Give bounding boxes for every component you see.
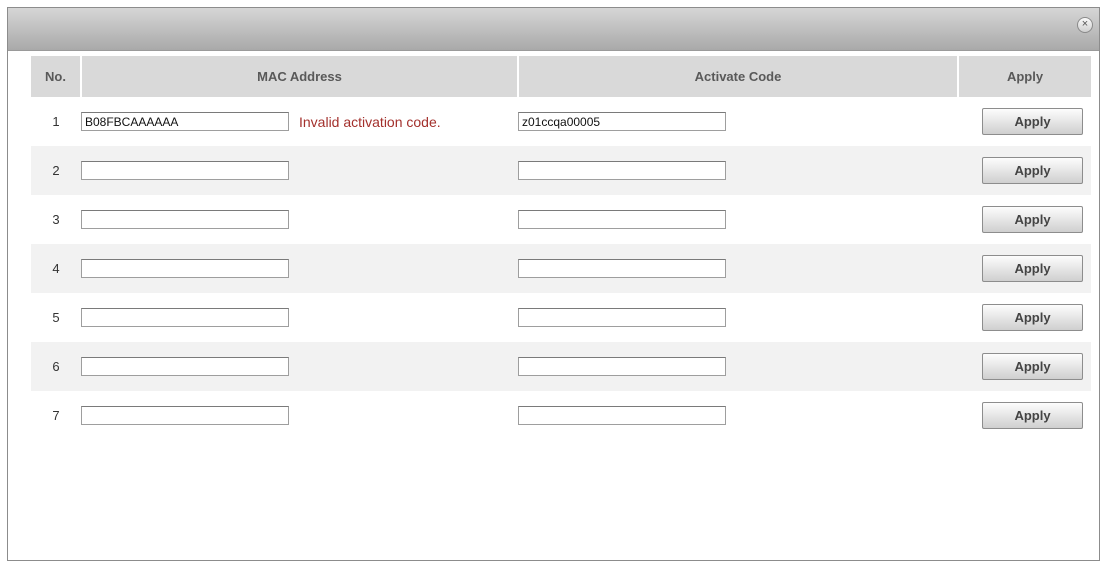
mac-cell [81,146,518,195]
mac-address-input[interactable] [81,210,289,229]
apply-button[interactable]: Apply [982,402,1083,429]
table-row: 6 Apply [31,342,1091,391]
code-cell [518,293,958,342]
header-activate-code: Activate Code [518,56,959,97]
close-icon[interactable]: × [1077,17,1093,33]
apply-button[interactable]: Apply [982,108,1083,135]
row-number: 6 [31,342,81,391]
activate-code-input[interactable] [518,112,726,131]
mac-cell [81,391,518,440]
activate-code-input[interactable] [518,259,726,278]
apply-button[interactable]: Apply [982,255,1083,282]
row-number: 5 [52,310,60,325]
apply-button[interactable]: Apply [982,206,1083,233]
row-number: 1 [52,114,60,129]
header-mac-address: MAC Address [81,56,519,97]
apply-button[interactable]: Apply [982,353,1083,380]
apply-button[interactable]: Apply [982,157,1083,184]
code-cell [518,146,958,195]
apply-cell: Apply [958,244,1091,293]
table-row: 7 Apply [31,391,1091,440]
apply-cell: Apply [958,391,1091,440]
activate-code-input[interactable] [518,161,726,180]
mac-cell [81,342,518,391]
mac-address-input[interactable] [81,406,289,425]
table-row: 4 Apply [31,244,1091,293]
table-header-row: No. MAC Address Activate Code Apply [31,56,1091,97]
apply-cell: Apply [958,97,1091,146]
activate-code-input[interactable] [518,357,726,376]
activate-code-input[interactable] [518,308,726,327]
mac-address-input[interactable] [81,259,289,278]
apply-button[interactable]: Apply [982,304,1083,331]
table-row: 1 Invalid activation code. Apply [31,97,1091,146]
mac-address-input[interactable] [81,161,289,180]
row-number: 3 [52,212,60,227]
error-message: Invalid activation code. [299,113,441,130]
code-cell [518,391,958,440]
code-cell [518,342,958,391]
activation-dialog: × No. MAC Address Activate Code Apply 1 [7,7,1100,561]
row-number: 7 [52,408,60,423]
dialog-titlebar: × [8,8,1099,51]
activate-code-input[interactable] [518,406,726,425]
apply-cell: Apply [958,195,1091,244]
row-number: 2 [31,146,81,195]
mac-address-input[interactable] [81,112,289,131]
mac-cell [81,195,518,244]
mac-address-input[interactable] [81,357,289,376]
apply-cell: Apply [958,293,1091,342]
apply-cell: Apply [958,146,1091,195]
activate-code-input[interactable] [518,210,726,229]
activation-table: No. MAC Address Activate Code Apply 1 In… [31,56,1091,440]
mac-cell: Invalid activation code. [81,97,518,146]
table-row: 2 Apply [31,146,1091,195]
table-row: 3 Apply [31,195,1091,244]
code-cell [518,195,958,244]
code-cell [518,97,958,146]
mac-cell [81,244,518,293]
table-row: 5 Apply [31,293,1091,342]
header-no: No. [31,56,82,97]
mac-address-input[interactable] [81,308,289,327]
mac-cell [81,293,518,342]
code-cell [518,244,958,293]
row-number: 4 [31,244,81,293]
header-apply: Apply [958,56,1091,97]
apply-cell: Apply [958,342,1091,391]
